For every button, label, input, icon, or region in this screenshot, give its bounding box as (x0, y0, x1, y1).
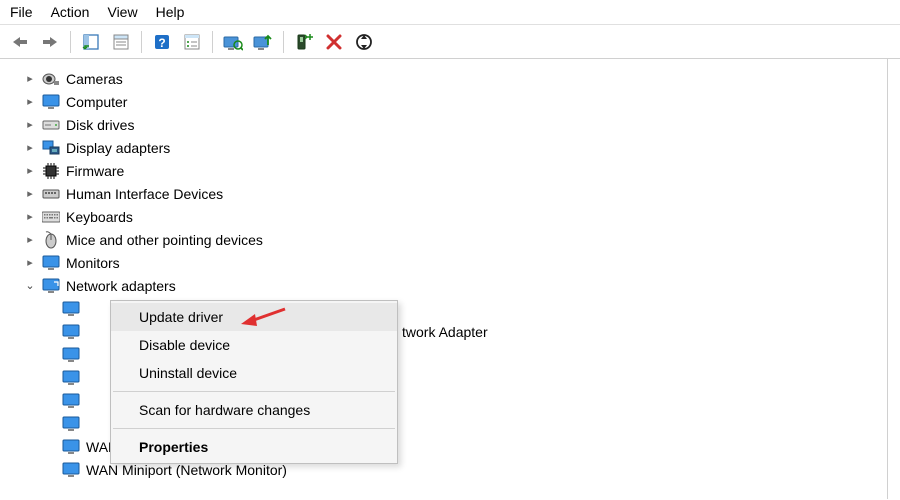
show-hide-tree-button[interactable] (79, 30, 103, 54)
monitor-icon (42, 93, 60, 111)
network-icon (62, 438, 80, 456)
tree-node-keyboards[interactable]: ▸ Keyboards (18, 205, 887, 228)
tree-label: Firmware (66, 163, 124, 179)
tree-label-peek: twork Adapter (402, 324, 488, 340)
tree-node-firmware[interactable]: ▸ Firmware (18, 159, 887, 182)
ctx-update-driver[interactable]: Update driver (111, 303, 397, 331)
tree-node-hid[interactable]: ▸ Human Interface Devices (18, 182, 887, 205)
tree-node-computer[interactable]: ▸ Computer (18, 90, 887, 113)
mouse-icon (42, 231, 60, 249)
toolbar-separator (212, 31, 213, 53)
network-icon (62, 461, 80, 479)
network-icon (42, 277, 60, 295)
update-driver-button[interactable] (251, 30, 275, 54)
tree-label: Display adapters (66, 140, 170, 156)
menu-action[interactable]: Action (51, 4, 90, 20)
help-button[interactable]: ? (150, 30, 174, 54)
tree-node-monitors[interactable]: ▸ Monitors (18, 251, 887, 274)
firmware-icon (42, 162, 60, 180)
tree-label: Cameras (66, 71, 123, 87)
expand-icon[interactable]: ▸ (24, 233, 36, 246)
expand-icon[interactable]: ▸ (24, 210, 36, 223)
menu-bar: File Action View Help (0, 0, 900, 25)
action-list-button[interactable] (180, 30, 204, 54)
hid-icon (42, 185, 60, 203)
disk-icon (42, 116, 60, 134)
network-icon (62, 346, 80, 364)
tree-node-network-adapters[interactable]: ⌄ Network adapters (18, 274, 887, 297)
forward-button[interactable] (38, 30, 62, 54)
tree-label: Keyboards (66, 209, 133, 225)
ctx-disable-device[interactable]: Disable device (111, 331, 397, 359)
expand-icon[interactable]: ▸ (24, 72, 36, 85)
menu-file[interactable]: File (10, 4, 33, 20)
toolbar-separator (70, 31, 71, 53)
network-icon (62, 415, 80, 433)
tree-node-mice[interactable]: ▸ Mice and other pointing devices (18, 228, 887, 251)
tree-label: Computer (66, 94, 127, 110)
tree-label: Network adapters (66, 278, 176, 294)
tree-label: Disk drives (66, 117, 134, 133)
display-adapter-icon (42, 139, 60, 157)
expand-icon[interactable]: ▸ (24, 187, 36, 200)
monitor-icon (42, 254, 60, 272)
toolbar-separator (141, 31, 142, 53)
uninstall-device-button[interactable] (292, 30, 316, 54)
scan-hardware-button[interactable] (221, 30, 245, 54)
network-icon (62, 300, 80, 318)
expand-icon[interactable]: ▸ (24, 118, 36, 131)
menu-help[interactable]: Help (156, 4, 185, 20)
ctx-uninstall-device[interactable]: Uninstall device (111, 359, 397, 387)
tree-label: Monitors (66, 255, 120, 271)
disable-device-button[interactable] (352, 30, 376, 54)
network-icon (62, 392, 80, 410)
expand-icon[interactable]: ▸ (24, 95, 36, 108)
collapse-icon[interactable]: ⌄ (24, 279, 36, 292)
ctx-separator (113, 391, 395, 392)
properties-button[interactable] (109, 30, 133, 54)
tree-label: Mice and other pointing devices (66, 232, 263, 248)
toolbar: ? (0, 25, 900, 59)
camera-icon (42, 70, 60, 88)
ctx-properties[interactable]: Properties (111, 433, 397, 461)
back-button[interactable] (8, 30, 32, 54)
tree-node-display-adapters[interactable]: ▸ Display adapters (18, 136, 887, 159)
ctx-scan-hardware[interactable]: Scan for hardware changes (111, 396, 397, 424)
network-icon (62, 323, 80, 341)
tree-node-cameras[interactable]: ▸ Cameras (18, 67, 887, 90)
delete-button[interactable] (322, 30, 346, 54)
tree-label: Human Interface Devices (66, 186, 223, 202)
tree-node-disk-drives[interactable]: ▸ Disk drives (18, 113, 887, 136)
expand-icon[interactable]: ▸ (24, 256, 36, 269)
expand-icon[interactable]: ▸ (24, 164, 36, 177)
context-menu: Update driver Disable device Uninstall d… (110, 300, 398, 464)
svg-text:?: ? (158, 36, 165, 50)
expand-icon[interactable]: ▸ (24, 141, 36, 154)
keyboard-icon (42, 208, 60, 226)
toolbar-separator (283, 31, 284, 53)
ctx-separator (113, 428, 395, 429)
menu-view[interactable]: View (107, 4, 137, 20)
network-icon (62, 369, 80, 387)
